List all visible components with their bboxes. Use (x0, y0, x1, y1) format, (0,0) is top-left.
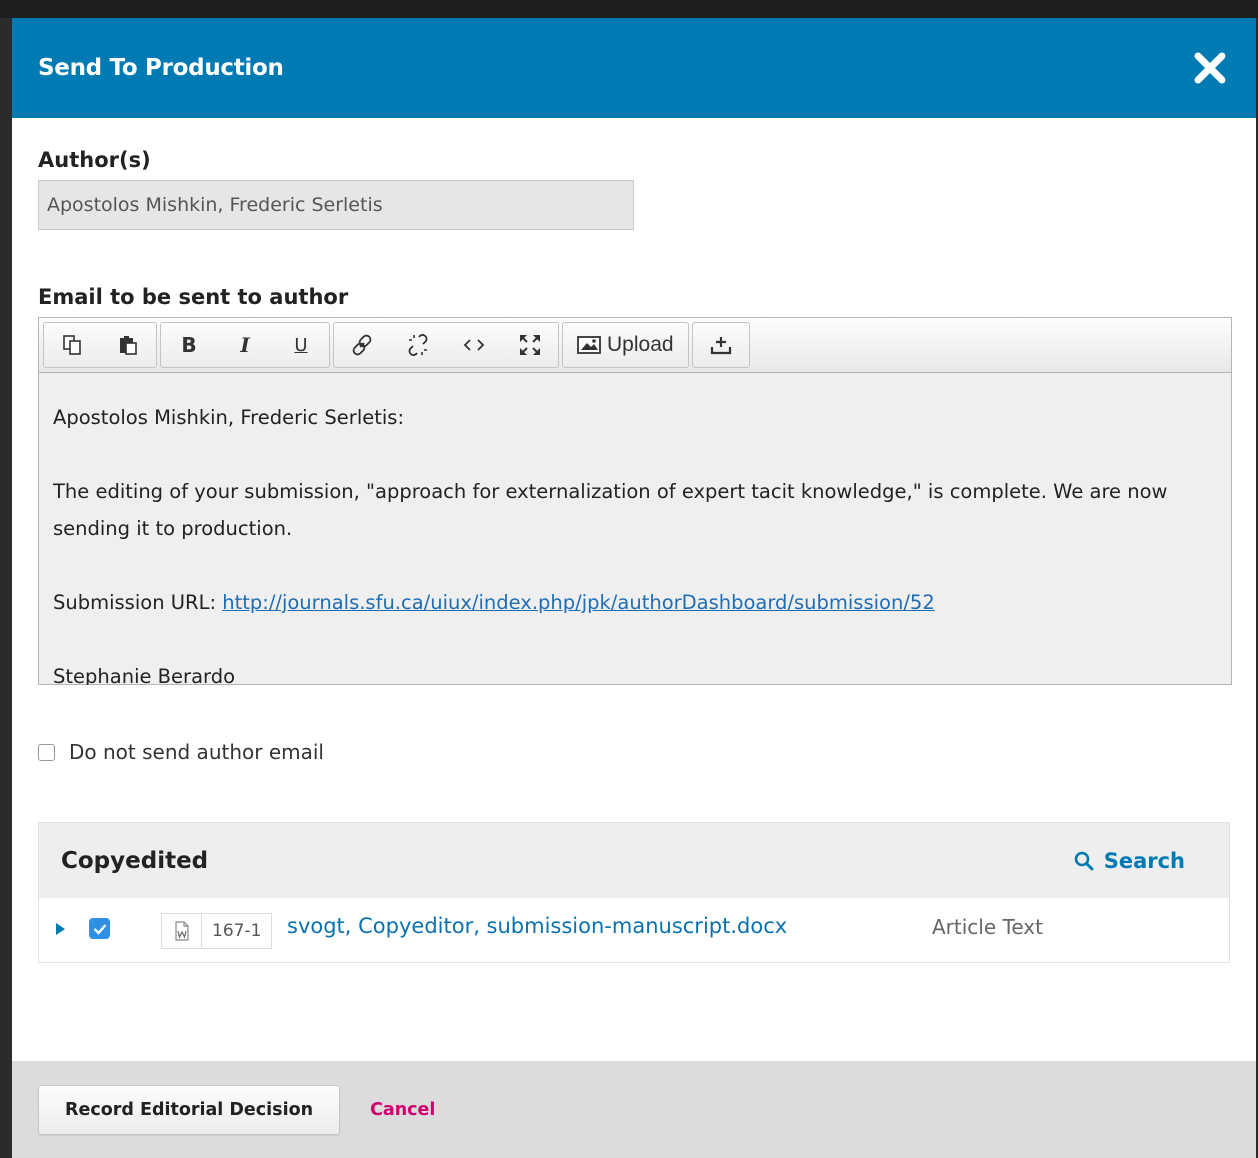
code-icon (463, 339, 485, 351)
fullscreen-icon (520, 335, 540, 355)
copy-button[interactable] (44, 323, 100, 367)
link-icon (352, 334, 372, 356)
italic-button[interactable]: I (217, 323, 273, 367)
format-group: B I U (160, 322, 330, 368)
grid-title: Copyedited (61, 847, 209, 874)
file-row: 167-1 svogt, Copyeditor, submission-manu… (39, 898, 1229, 962)
image-icon (577, 336, 601, 354)
insert-content-icon (710, 337, 731, 355)
insert-content-group (691, 322, 750, 368)
insert-content-button[interactable] (693, 323, 749, 367)
upload-label: Upload (607, 333, 674, 356)
skip-email-label[interactable]: Do not send author email (69, 740, 324, 764)
expand-row-caret-icon[interactable] (56, 923, 65, 935)
grid-header: Copyedited Search (39, 823, 1229, 898)
url-label: Submission URL: (53, 591, 223, 614)
search-icon (1074, 851, 1094, 870)
email-label: Email to be sent to author (38, 285, 349, 309)
modal-title: Send To Production (38, 55, 284, 81)
record-decision-button[interactable]: Record Editorial Decision (38, 1084, 341, 1135)
email-body[interactable]: Apostolos Mishkin, Frederic Serletis: Th… (39, 373, 1231, 685)
email-greeting: Apostolos Mishkin, Frederic Serletis: (53, 406, 405, 429)
file-type: Article Text (932, 915, 1043, 939)
search-button[interactable]: Search (1074, 849, 1185, 873)
upload-group: Upload (562, 322, 689, 368)
email-editor: B I U Upload Apostolos Mishkin, Frederic… (38, 317, 1232, 685)
clipboard-group (43, 322, 157, 368)
unlink-icon (408, 334, 428, 356)
skip-email-row: Do not send author email (38, 740, 324, 764)
word-file-icon (162, 914, 202, 948)
email-paragraph: The editing of your submission, "approac… (53, 480, 1168, 540)
checkmark-icon (93, 923, 106, 935)
email-signature: Stephanie Berardo (53, 665, 236, 685)
submission-url-link[interactable]: http://journals.sfu.ca/uiux/index.php/jp… (222, 591, 935, 614)
editor-toolbar: B I U Upload (39, 318, 1231, 373)
underline-button[interactable]: U (273, 323, 329, 367)
modal-footer: Record Editorial Decision Cancel (12, 1061, 1256, 1158)
close-button[interactable] (1190, 48, 1230, 88)
cancel-link[interactable]: Cancel (370, 1100, 435, 1120)
copyedited-files-grid: Copyedited Search 167-1 svogt, Copyedito… (38, 822, 1230, 963)
file-badge: 167-1 (161, 913, 273, 949)
paste-icon (120, 336, 137, 355)
unlink-button[interactable] (390, 323, 446, 367)
search-label: Search (1103, 848, 1185, 873)
authors-field: Apostolos Mishkin, Frederic Serletis (38, 180, 634, 230)
file-select-checkbox[interactable] (89, 918, 110, 939)
copy-icon (63, 335, 81, 355)
paste-button[interactable] (100, 323, 156, 367)
modal-header: Send To Production (12, 18, 1256, 118)
code-button[interactable] (446, 323, 502, 367)
skip-email-checkbox[interactable] (38, 743, 55, 761)
fullscreen-button[interactable] (502, 323, 558, 367)
link-button[interactable] (334, 323, 390, 367)
send-to-production-modal: Send To Production Author(s) Apostolos M… (12, 18, 1256, 1158)
email-url-line: Submission URL: http://journals.sfu.ca/u… (53, 584, 1217, 621)
upload-button[interactable]: Upload (563, 323, 688, 367)
bold-button[interactable]: B (161, 323, 217, 367)
authors-label: Author(s) (38, 148, 151, 172)
close-icon (1194, 52, 1226, 84)
page-backdrop (0, 0, 1258, 18)
insert-group (333, 322, 559, 368)
file-name-link[interactable]: svogt, Copyeditor, submission-manuscript… (287, 914, 787, 938)
file-id: 167-1 (212, 921, 262, 941)
